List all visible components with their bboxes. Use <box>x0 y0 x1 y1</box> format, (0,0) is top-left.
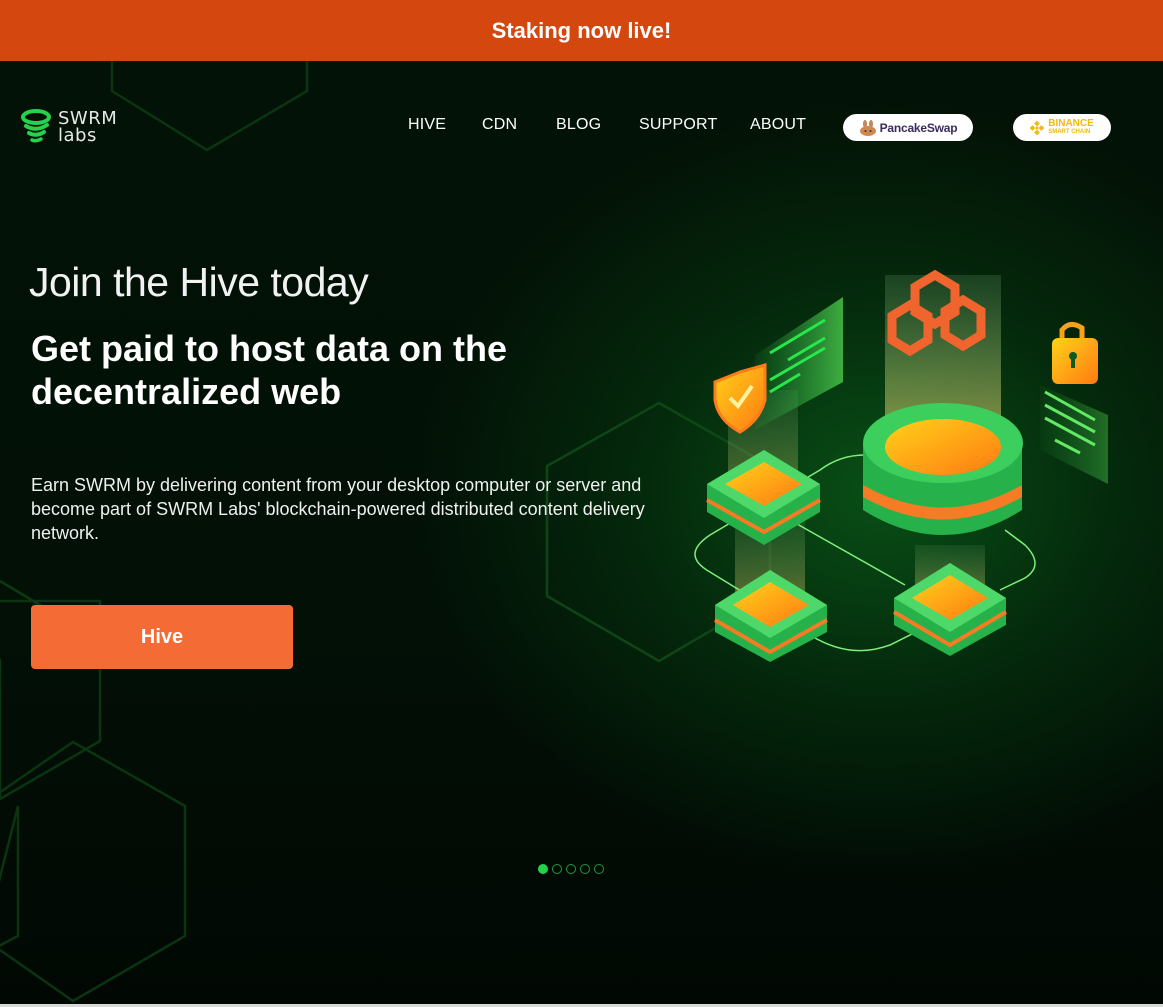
hero-section: SWRM labs HIVE CDN BLOG SUPPORT ABOUT Pa… <box>0 61 1163 1004</box>
nav-item-support[interactable]: SUPPORT <box>639 116 717 134</box>
carousel-dot-1[interactable] <box>538 864 548 874</box>
banner-text: Staking now live! <box>491 17 672 43</box>
announcement-banner[interactable]: Staking now live! <box>0 0 1163 61</box>
bunny-icon <box>859 119 876 136</box>
binance-label-line1: BINANCE <box>1048 117 1094 129</box>
hero-description: Earn SWRM by delivering content from you… <box>31 475 645 543</box>
nav-item-about[interactable]: ABOUT <box>750 116 806 134</box>
binance-label: BINANCE SMART CHAIN <box>1048 117 1094 136</box>
carousel-dot-4[interactable] <box>580 864 590 874</box>
binance-label-line2: SMART CHAIN <box>1048 128 1091 135</box>
carousel-dot-3[interactable] <box>566 864 576 874</box>
node-cube <box>892 563 1008 656</box>
pancakeswap-button[interactable]: PancakeSwap <box>843 114 973 141</box>
network-illustration <box>694 269 1108 662</box>
brand-line2: labs <box>58 125 97 146</box>
node-cube <box>713 570 828 662</box>
hero-headline: Get paid to host data on the decentraliz… <box>31 328 507 412</box>
nav-item-blog[interactable]: BLOG <box>556 116 601 134</box>
binance-diamond-icon <box>1030 120 1045 135</box>
storage-cylinder <box>863 403 1023 535</box>
carousel-dot-2[interactable] <box>552 864 562 874</box>
nav-item-cdn[interactable]: CDN <box>482 116 517 134</box>
padlock-icon <box>1052 322 1098 384</box>
tornado-logo-icon <box>21 109 51 143</box>
carousel-indicators <box>538 864 604 874</box>
binance-smart-chain-button[interactable]: BINANCE SMART CHAIN <box>1013 114 1111 141</box>
brand-logo[interactable]: SWRM labs <box>20 109 117 145</box>
hero-kicker: Join the Hive today <box>29 259 369 305</box>
nav-item-hive[interactable]: HIVE <box>408 116 446 134</box>
carousel-dot-5[interactable] <box>594 864 604 874</box>
pancakeswap-label: PancakeSwap <box>879 120 958 135</box>
brand-wordmark: SWRM labs <box>58 110 117 146</box>
bg-hexagon <box>110 61 309 152</box>
bg-hexagon <box>0 805 20 947</box>
hive-cta-button[interactable]: Hive <box>31 605 293 669</box>
bg-hexagon <box>0 740 187 1003</box>
